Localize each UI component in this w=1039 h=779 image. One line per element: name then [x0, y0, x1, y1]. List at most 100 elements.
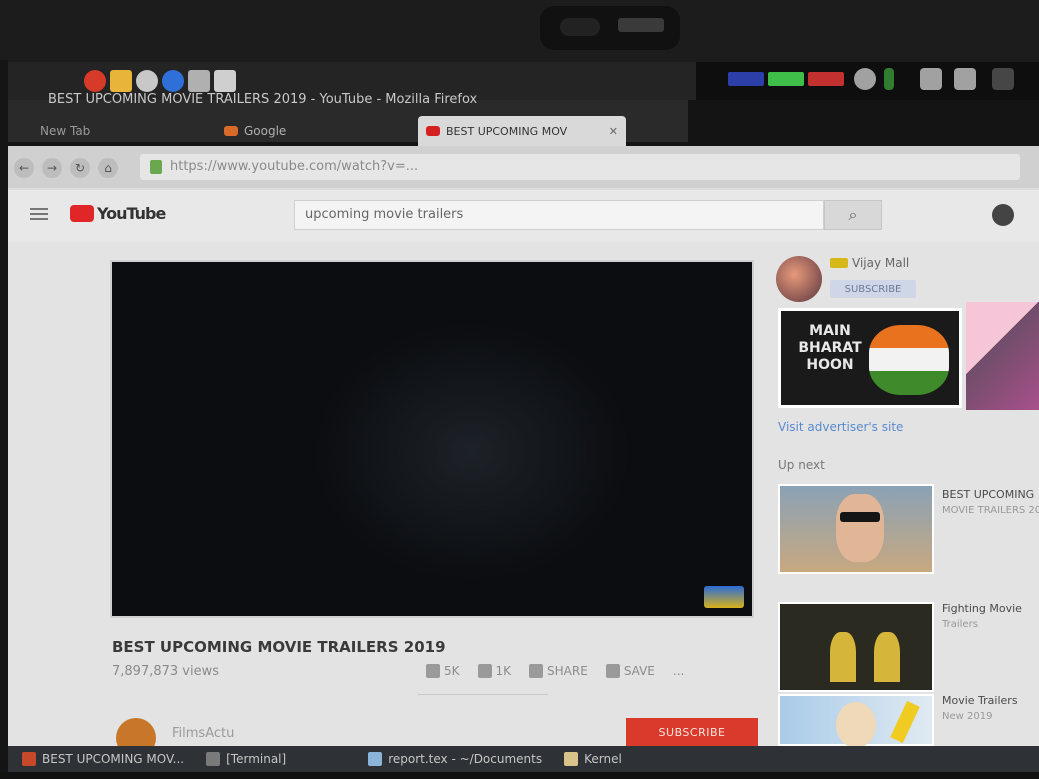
- forward-button[interactable]: →: [42, 158, 62, 178]
- share-button[interactable]: SHARE: [529, 664, 588, 678]
- url-field[interactable]: https://www.youtube.com/watch?v=...: [140, 154, 1020, 180]
- watch-page: BEST UPCOMING MOVIE TRAILERS 2019 7,897,…: [8, 242, 1039, 746]
- tools-icon[interactable]: [214, 70, 236, 92]
- home-button[interactable]: ⌂: [98, 158, 118, 178]
- youtube-logo-text: YouTube: [97, 204, 166, 223]
- recommended-title[interactable]: BEST UPCOMING: [942, 488, 1039, 502]
- weather-icon[interactable]: [854, 68, 876, 90]
- recommended-thumbnail[interactable]: [778, 602, 934, 692]
- taskbar-item-terminal[interactable]: [Terminal]: [200, 752, 292, 766]
- video-actions: 5K 1K SHARE SAVE ...: [426, 664, 684, 678]
- video-frame: [312, 322, 632, 582]
- tab-close-icon[interactable]: ✕: [609, 125, 618, 138]
- ad-subscribe-button[interactable]: SUBSCRIBE: [830, 280, 916, 298]
- ad-thumbnail[interactable]: MAIN BHARAT HOON: [778, 308, 962, 408]
- dislike-button[interactable]: 1K: [477, 664, 511, 678]
- video-title: BEST UPCOMING MOVIE TRAILERS 2019: [112, 638, 446, 656]
- ad-channel-name: Vijay Mall: [852, 256, 910, 270]
- folder-icon[interactable]: [110, 70, 132, 92]
- menu-icon[interactable]: [30, 208, 48, 220]
- power-icon[interactable]: [992, 68, 1014, 90]
- taskbar-item-editor[interactable]: report.tex - ~/Documents: [362, 752, 548, 766]
- channel-name[interactable]: FilmsActu: [172, 726, 234, 741]
- playlist-add-icon: [605, 664, 620, 678]
- tab-google-label: Google: [244, 124, 287, 138]
- taskbar-label: report.tex - ~/Documents: [388, 752, 543, 766]
- more-button[interactable]: ...: [673, 664, 684, 678]
- share-label: SHARE: [547, 664, 588, 678]
- thumbnail-face: [836, 494, 884, 562]
- webcam: [540, 6, 680, 50]
- os-taskbar: BEST UPCOMING MOV... [Terminal] report.t…: [8, 746, 1039, 772]
- folder-icon: [564, 752, 579, 766]
- account-icon[interactable]: [992, 204, 1014, 226]
- tab-new-tab[interactable]: New Tab: [40, 124, 90, 138]
- home-icon[interactable]: [920, 68, 942, 90]
- thumbnail-glasses: [840, 512, 880, 522]
- thumbs-up-icon: [426, 664, 440, 678]
- back-button[interactable]: ←: [14, 158, 34, 178]
- channel-watermark-icon[interactable]: [704, 586, 744, 608]
- thumbnail-figure: [830, 632, 856, 682]
- ad-channel[interactable]: Vijay Mall: [830, 256, 909, 270]
- terminal-icon[interactable]: [188, 70, 210, 92]
- monitor-bezel-left: [0, 60, 8, 760]
- taskbar-label: BEST UPCOMING MOV...: [42, 752, 185, 766]
- recommended-meta: New 2019: [942, 711, 993, 722]
- network-icon[interactable]: [884, 68, 894, 90]
- webcam-lens: [560, 18, 600, 36]
- thumbnail-figure: [874, 632, 900, 682]
- bezel-logo: [618, 18, 664, 32]
- youtube-header: YouTube upcoming movie trailers ⌕: [8, 190, 1039, 242]
- recommended-title[interactable]: Movie Trailers: [942, 694, 1039, 708]
- tab-youtube-active[interactable]: BEST UPCOMING MOV ✕: [418, 116, 626, 146]
- video-player[interactable]: [110, 260, 754, 618]
- ad-side-thumbnail[interactable]: [966, 302, 1039, 410]
- search-input[interactable]: upcoming movie trailers: [294, 200, 824, 230]
- thumbnail-face: [836, 702, 876, 746]
- up-next-heading: Up next: [778, 458, 825, 472]
- thumbnail-pencil: [890, 700, 920, 744]
- mem-meter: [768, 72, 804, 86]
- thumbs-down-icon: [477, 664, 492, 678]
- youtube-logo[interactable]: YouTube: [70, 204, 166, 223]
- youtube-favicon-icon: [426, 126, 440, 136]
- net-meter: [808, 72, 844, 86]
- volume-icon[interactable]: [954, 68, 976, 90]
- share-icon: [529, 664, 544, 678]
- lock-icon: [150, 160, 162, 174]
- verified-icon: [830, 258, 848, 268]
- monitor-bezel-bottom: [0, 772, 1039, 779]
- taskbar-item-firefox[interactable]: BEST UPCOMING MOV...: [16, 752, 190, 766]
- firefox-icon[interactable]: [84, 70, 106, 92]
- taskbar-item-kernel[interactable]: Kernel: [558, 752, 628, 766]
- advertiser-link[interactable]: Visit advertiser's site: [778, 420, 903, 434]
- browser-window: ← → ↻ ⌂ https://www.youtube.com/watch?v=…: [8, 146, 1039, 746]
- save-button[interactable]: SAVE: [605, 664, 655, 678]
- navigation-toolbar: ← → ↻ ⌂ https://www.youtube.com/watch?v=…: [8, 146, 1039, 188]
- recommended-title[interactable]: Fighting Movie: [942, 602, 1039, 616]
- channel-avatar[interactable]: [116, 718, 156, 746]
- recommended-thumbnail[interactable]: [778, 484, 934, 574]
- tab-google[interactable]: Google: [224, 124, 286, 138]
- editor-icon: [368, 752, 383, 766]
- settings-icon[interactable]: [136, 70, 158, 92]
- subscribe-button[interactable]: SUBSCRIBE: [626, 718, 758, 746]
- search-icon: ⌕: [848, 205, 858, 224]
- browser-icon[interactable]: [162, 70, 184, 92]
- recommended-thumbnail[interactable]: [778, 694, 934, 746]
- window-title: BEST UPCOMING MOVIE TRAILERS 2019 - YouT…: [48, 92, 478, 107]
- youtube-play-icon: [70, 205, 94, 222]
- ad-channel-avatar[interactable]: [776, 256, 822, 302]
- monitor-bezel: [0, 0, 1039, 62]
- view-count: 7,897,873 views: [112, 664, 220, 679]
- like-count: 5K: [444, 664, 460, 678]
- more-label: ...: [672, 664, 685, 678]
- firefox-icon: [22, 752, 36, 766]
- search-button[interactable]: ⌕: [824, 200, 882, 230]
- url-text: https://www.youtube.com/watch?v=...: [170, 159, 419, 174]
- recommended-meta: MOVIE TRAILERS 2019: [942, 505, 1039, 516]
- like-button[interactable]: 5K: [426, 664, 460, 678]
- reload-button[interactable]: ↻: [70, 158, 90, 178]
- taskbar-label: [Terminal]: [226, 752, 287, 766]
